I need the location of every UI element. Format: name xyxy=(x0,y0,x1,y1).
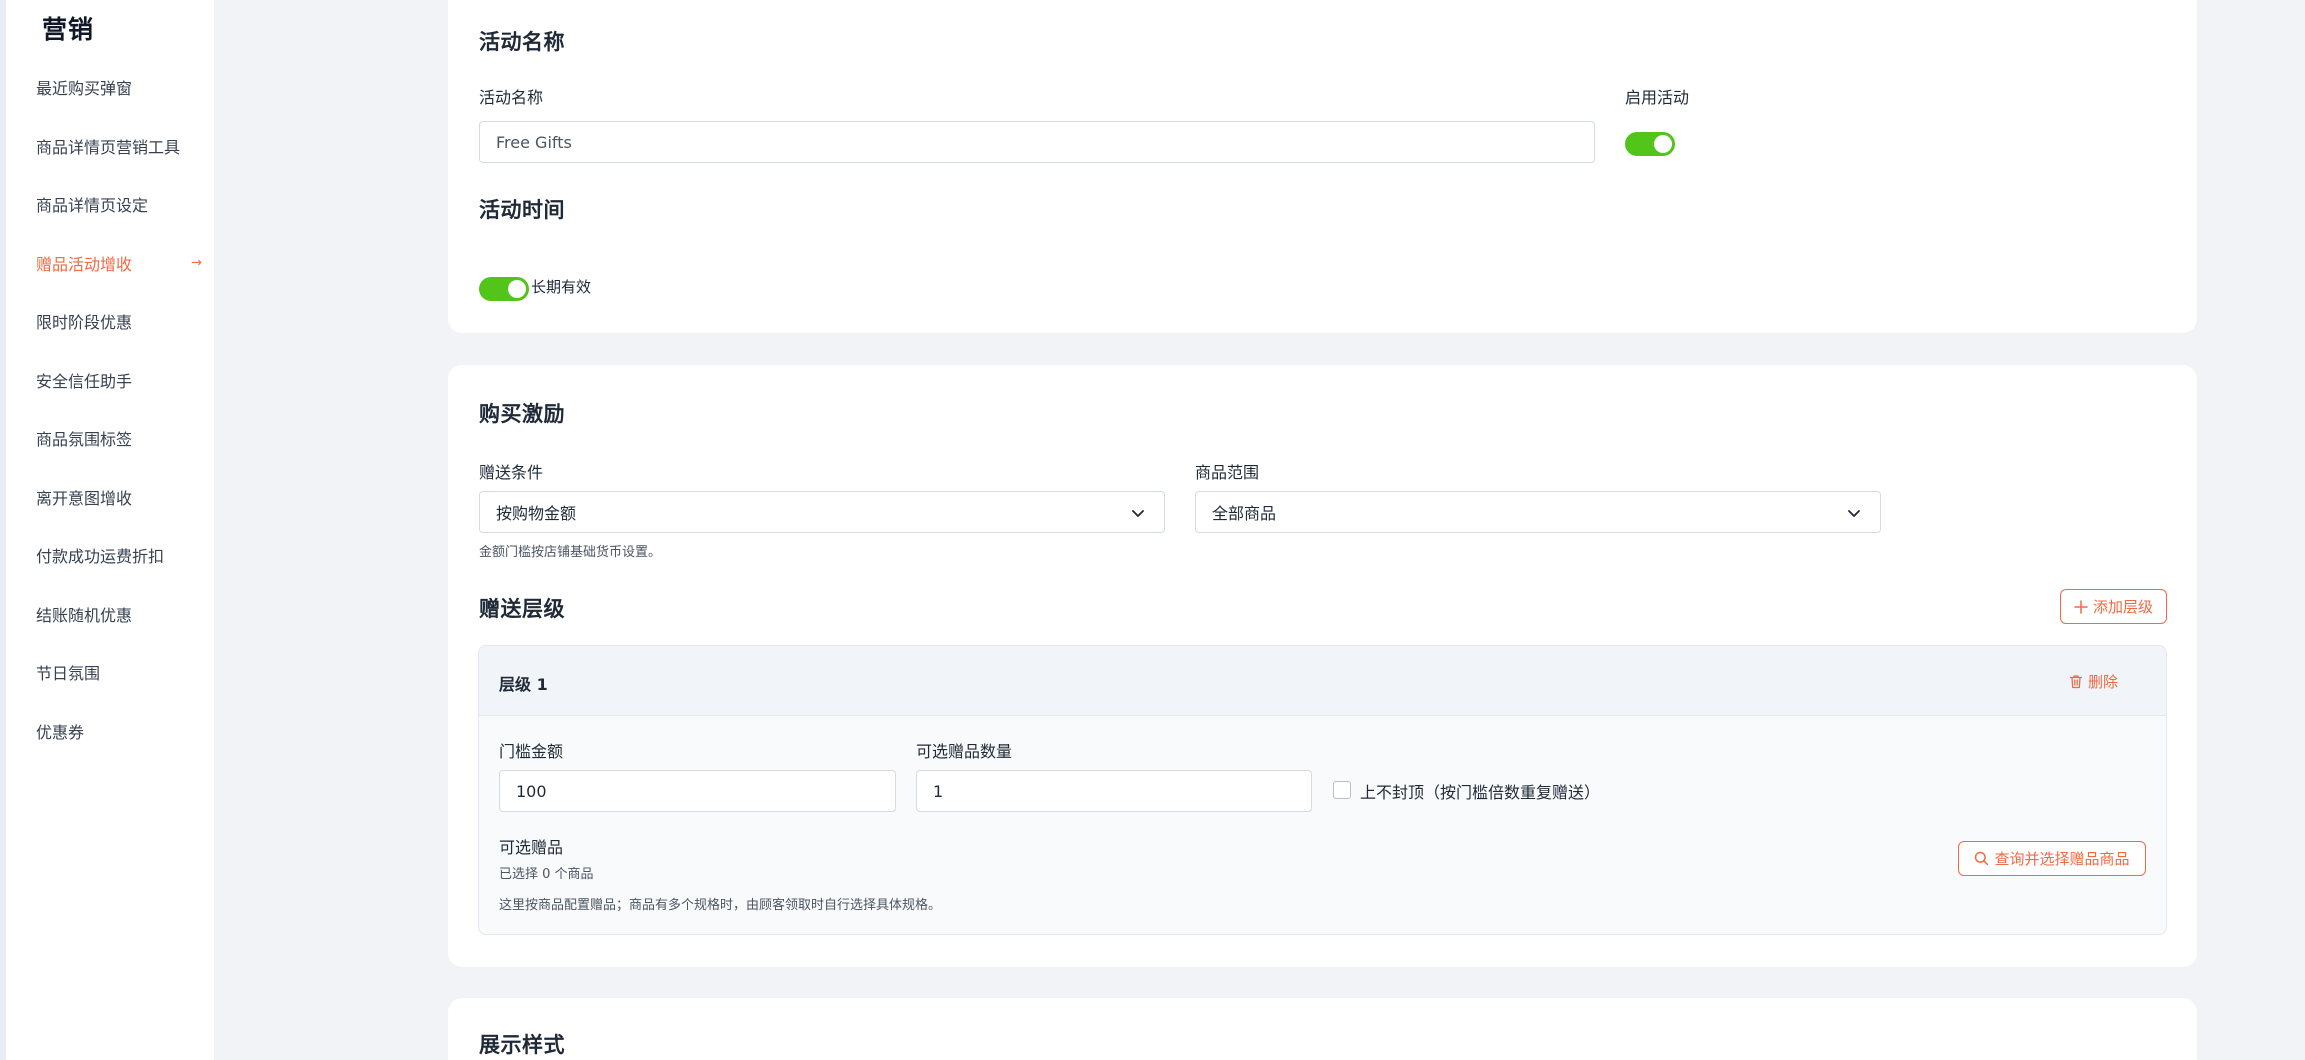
add-tier-button[interactable]: 添加层级 xyxy=(2060,589,2167,624)
activity-name-label: 活动名称 xyxy=(479,88,544,107)
gifts-label: 可选赠品 xyxy=(499,838,564,857)
sidebar-item-label: 安全信任助手 xyxy=(36,371,133,391)
sidebar-item-label: 商品详情页设定 xyxy=(36,196,149,216)
sidebar-item-label: 商品氛围标签 xyxy=(36,430,133,450)
sidebar-item-label: 最近购买弹窗 xyxy=(36,79,133,99)
chevron-down-icon xyxy=(1848,510,1860,517)
sidebar-item-free-gifts[interactable]: 赠品活动增收 → xyxy=(6,234,214,293)
toggle-knob xyxy=(1654,135,1672,153)
gift-qty-value: 1 xyxy=(933,781,944,801)
selected-count: 已选择 0 个商品 xyxy=(499,867,594,882)
scope-select[interactable]: 全部商品 xyxy=(1195,491,1881,533)
chevron-down-icon xyxy=(1132,510,1144,517)
gift-qty-input[interactable]: 1 xyxy=(916,770,1312,812)
sidebar-item-product-badges[interactable]: 商品氛围标签 xyxy=(6,409,214,468)
tier-header: 层级 1 删除 xyxy=(479,646,2166,716)
sidebar-item-label: 优惠券 xyxy=(36,722,85,742)
activity-name-input[interactable]: Free Gifts xyxy=(479,121,1595,163)
sidebar-item-trust-assistant[interactable]: 安全信任助手 xyxy=(6,351,214,410)
scope-value: 全部商品 xyxy=(1212,504,1277,523)
gift-qty-label: 可选赠品数量 xyxy=(916,742,1013,761)
sidebar-item-label: 结账随机优惠 xyxy=(36,605,133,625)
sidebar-item-checkout-random-offer[interactable]: 结账随机优惠 xyxy=(6,585,214,644)
sidebar-item-label: 商品详情页营销工具 xyxy=(36,137,181,157)
sidebar-nav: 最近购买弹窗 商品详情页营销工具 商品详情页设定 赠品活动增收 → 限时阶段优惠 … xyxy=(6,58,214,760)
incentive-card: 购买激励 赠送条件 按购物金额 商品范围 全部商品 金额门槛按店铺基础货币设置。… xyxy=(448,365,2197,967)
sidebar-item-product-page-tools[interactable]: 商品详情页营销工具 xyxy=(6,117,214,176)
sidebar-item-label: 赠品活动增收 xyxy=(36,254,133,274)
trash-icon xyxy=(2069,675,2083,689)
activity-time-title: 活动时间 xyxy=(479,198,565,222)
delete-tier-button[interactable]: 删除 xyxy=(2069,671,2118,692)
plus-icon xyxy=(2074,599,2088,614)
gifts-hint: 这里按商品配置赠品；商品有多个规格时，由顾客领取时自行选择具体规格。 xyxy=(499,898,942,913)
sidebar-item-product-page-settings[interactable]: 商品详情页设定 xyxy=(6,175,214,234)
activity-card: 活动名称 活动名称 Free Gifts 启用活动 活动时间 长期有效 xyxy=(448,0,2197,333)
sidebar-item-label: 限时阶段优惠 xyxy=(36,313,133,333)
add-tier-label: 添加层级 xyxy=(2092,598,2153,616)
sidebar-item-shipping-discount[interactable]: 付款成功运费折扣 xyxy=(6,526,214,585)
sidebar-item-label: 付款成功运费折扣 xyxy=(36,547,165,567)
condition-hint: 金额门槛按店铺基础货币设置。 xyxy=(479,545,662,560)
threshold-value: 100 xyxy=(516,781,547,801)
select-gifts-button[interactable]: 查询并选择赠品商品 xyxy=(1958,841,2146,876)
activity-name-value: Free Gifts xyxy=(496,132,572,152)
sidebar-item-holiday-theme[interactable]: 节日氛围 xyxy=(6,643,214,702)
incentive-section-title: 购买激励 xyxy=(479,402,565,426)
no-cap-label: 上不封顶（按门槛倍数重复赠送） xyxy=(1360,783,1601,802)
long-term-label: 长期有效 xyxy=(531,278,592,296)
sidebar-title: 营销 xyxy=(42,15,95,44)
threshold-label: 门槛金额 xyxy=(499,742,564,761)
tiers-title: 赠送层级 xyxy=(479,597,565,621)
no-cap-checkbox[interactable] xyxy=(1333,781,1351,799)
select-gifts-label: 查询并选择赠品商品 xyxy=(1994,850,2130,868)
condition-value: 按购物金额 xyxy=(496,504,577,523)
sidebar-item-label: 离开意图增收 xyxy=(36,488,133,508)
display-section-title: 展示样式 xyxy=(479,1033,565,1057)
arrow-right-icon: → xyxy=(191,255,202,271)
display-card: 展示样式 xyxy=(448,998,2197,1060)
tier-title: 层级 1 xyxy=(499,675,548,694)
activity-section-title: 活动名称 xyxy=(479,30,565,54)
condition-label: 赠送条件 xyxy=(479,463,544,482)
toggle-knob xyxy=(508,280,526,298)
sidebar-item-label: 节日氛围 xyxy=(36,664,101,684)
sidebar-item-limited-time-tiers[interactable]: 限时阶段优惠 xyxy=(6,292,214,351)
sidebar-item-coupons[interactable]: 优惠券 xyxy=(6,702,214,761)
search-icon xyxy=(1975,851,1989,866)
sidebar-item-recent-purchase-popup[interactable]: 最近购买弹窗 xyxy=(6,58,214,117)
sidebar: 营销 最近购买弹窗 商品详情页营销工具 商品详情页设定 赠品活动增收 → 限时阶段… xyxy=(0,0,214,1060)
tier-panel: 层级 1 删除 门槛金额 100 可选赠品数量 1 上不封顶（按门槛倍数重复赠送… xyxy=(478,645,2167,935)
scope-label: 商品范围 xyxy=(1195,463,1260,482)
enable-activity-toggle[interactable] xyxy=(1625,132,1675,156)
long-term-toggle[interactable] xyxy=(479,277,529,301)
delete-label: 删除 xyxy=(2087,673,2118,691)
enable-activity-label: 启用活动 xyxy=(1625,88,1690,107)
condition-select[interactable]: 按购物金额 xyxy=(479,491,1165,533)
sidebar-item-exit-intent[interactable]: 离开意图增收 xyxy=(6,468,214,527)
threshold-input[interactable]: 100 xyxy=(499,770,896,812)
